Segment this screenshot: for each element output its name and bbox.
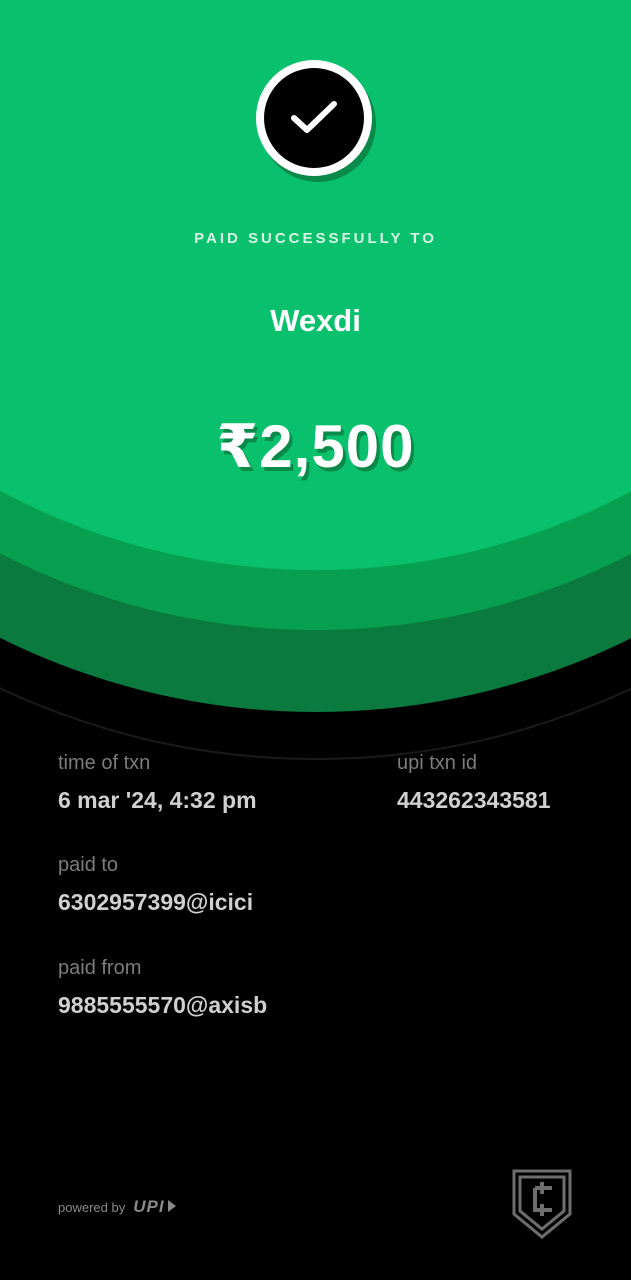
payee-name: Wexdi (270, 303, 361, 338)
cred-shield-logo-icon (511, 1168, 573, 1245)
upi-txn-id-label: upi txn id (397, 752, 478, 774)
payment-amount: ₹2,500 (216, 413, 415, 480)
success-badge (256, 60, 372, 176)
time-of-txn-value: 6 mar '24, 4:32 pm (58, 787, 257, 813)
paid-from-value[interactable]: 9885555570@axisb (58, 992, 267, 1019)
payment-success-screen: PAID SUCCESSFULLY TO Wexdi ₹2,500 time o… (0, 0, 631, 1280)
upi-logo-icon: UPI (133, 1197, 176, 1217)
powered-by-footer: powered by UPI (58, 1197, 177, 1217)
upi-txn-id-value[interactable]: 443262343581 (397, 787, 551, 814)
paid-to-label: paid to (58, 854, 119, 876)
payment-status-label: PAID SUCCESSFULLY TO (194, 230, 437, 247)
paid-from-label: paid from (58, 957, 142, 979)
powered-by-text: powered by (58, 1199, 126, 1215)
upi-logo-text: UPI (133, 1197, 165, 1216)
time-of-txn-label: time of txn (58, 752, 151, 774)
check-icon (264, 68, 364, 168)
paid-to-value[interactable]: 6302957399@icici (58, 889, 253, 916)
